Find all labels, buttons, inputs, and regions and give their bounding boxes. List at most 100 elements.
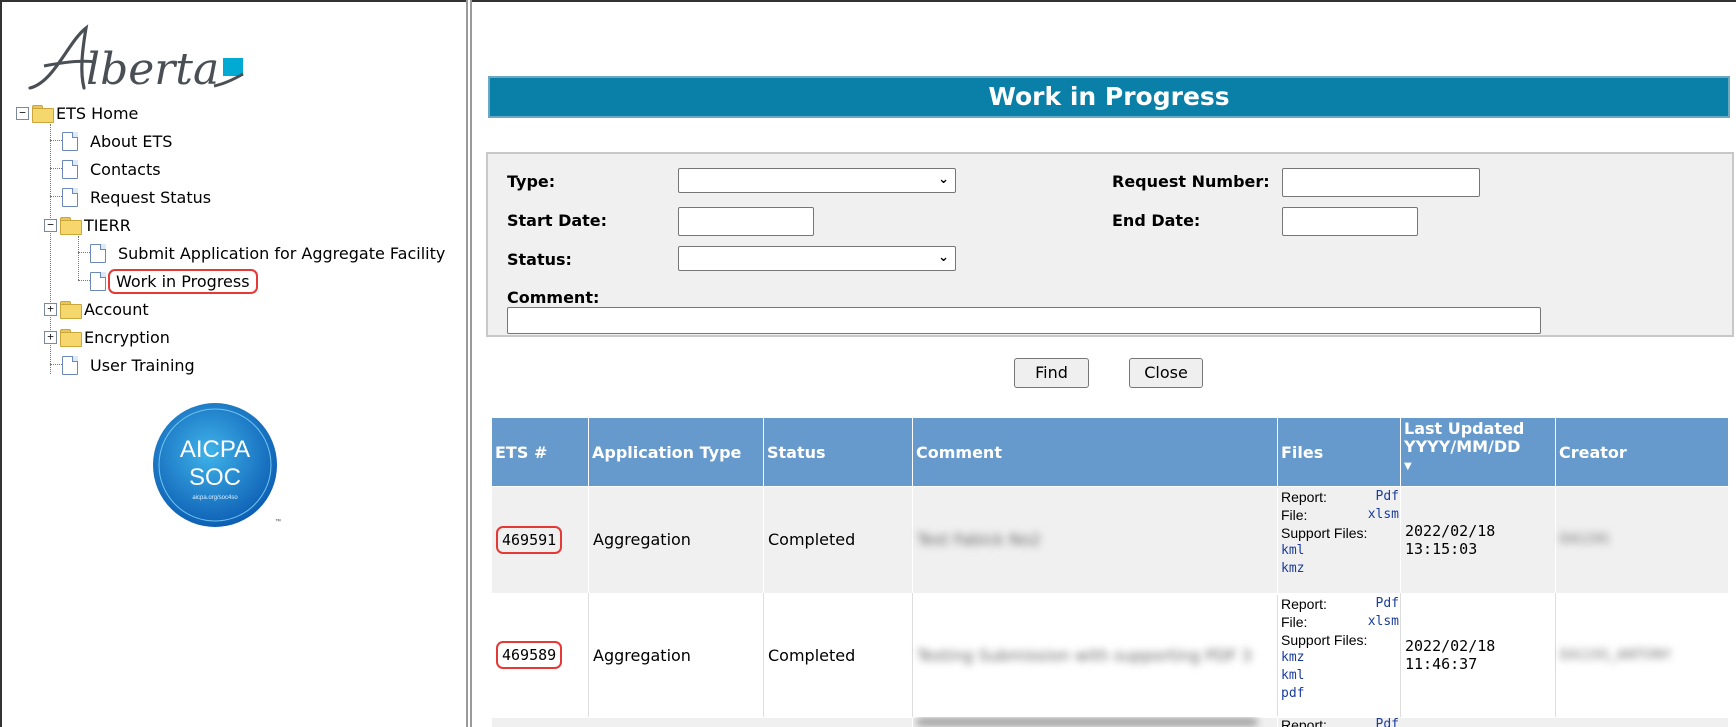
tree-connector	[50, 364, 62, 365]
report-pdf-link[interactable]: Pdf	[1376, 716, 1399, 727]
aicpa-soc-badge: AICPA SOC aicpa.org/soc4so ™	[143, 399, 287, 533]
nav-item-label: Submit Application for Aggregate Facilit…	[118, 243, 446, 263]
find-button[interactable]: Find	[1014, 358, 1089, 388]
tree-connector	[50, 196, 62, 197]
support-kmz-link[interactable]: kmz	[1281, 649, 1400, 667]
expand-icon[interactable]: +	[44, 302, 57, 316]
nav-item-label: Work in Progress	[108, 268, 258, 294]
column-header-comment[interactable]: Comment	[912, 418, 1277, 486]
files-cell: Report: Pdf	[1277, 716, 1400, 727]
files-cell: Report: Pdf File: xlsm Support Files: kml …	[1277, 488, 1400, 593]
nav-item-label: About ETS	[90, 131, 173, 151]
comment-cell: Testing Submission with supporting PDF 3	[912, 593, 1277, 717]
column-header-application-type[interactable]: Application Type	[588, 418, 763, 486]
comment-label: Comment:	[507, 288, 600, 307]
nav-item-user-training[interactable]: User Training	[62, 352, 201, 378]
end-date-label: End Date:	[1112, 211, 1201, 230]
svg-text:lberta: lberta	[86, 44, 219, 95]
report-label: Report:	[1281, 489, 1327, 505]
column-header-status[interactable]: Status	[763, 418, 912, 486]
ets-number[interactable]: 469589	[496, 641, 563, 669]
nav-item-contacts[interactable]: Contacts	[62, 156, 167, 182]
support-pdf-link[interactable]: pdf	[1281, 685, 1400, 703]
tree-connector	[78, 236, 79, 280]
support-files-label: Support Files:	[1281, 525, 1368, 541]
page-icon	[62, 159, 78, 179]
panel-splitter[interactable]	[466, 0, 472, 727]
alberta-logo: lberta	[24, 22, 274, 102]
type-select[interactable]: ⌄	[678, 168, 956, 193]
status-select[interactable]: ⌄	[678, 246, 956, 271]
creator-cell: EA1191_ANTONY	[1555, 593, 1728, 717]
status-cell: Completed	[763, 593, 912, 717]
comment-input[interactable]	[507, 307, 1541, 334]
column-header-last-updated-label: Last Updated YYYY/MM/DD	[1404, 419, 1525, 456]
folder-icon	[60, 329, 82, 347]
comment-cell	[912, 717, 1277, 727]
nav-item-tierr[interactable]: − TIERR	[44, 212, 137, 238]
file-xlsm-link[interactable]: xlsm	[1368, 613, 1399, 631]
creator-cell: EA1191	[1555, 486, 1728, 593]
tree-connector	[78, 252, 90, 253]
collapse-icon[interactable]: −	[44, 218, 57, 232]
page-icon	[90, 243, 106, 263]
badge-line2: SOC	[189, 464, 241, 491]
svg-text:™: ™	[275, 518, 281, 525]
file-xlsm-link[interactable]: xlsm	[1368, 506, 1399, 524]
nav-item-label: Contacts	[90, 159, 161, 179]
collapse-icon[interactable]: −	[16, 106, 29, 120]
page-icon	[90, 271, 106, 291]
last-updated-time: 13:15:03	[1405, 539, 1478, 558]
close-button[interactable]: Close	[1129, 358, 1203, 388]
request-number-label: Request Number:	[1112, 172, 1270, 191]
support-files-label: Support Files:	[1281, 632, 1368, 648]
navigation-panel: lberta − ETS Home About ETS Contacts Req…	[2, 2, 466, 727]
report-pdf-link[interactable]: Pdf	[1376, 488, 1399, 506]
sort-desc-icon[interactable]: ▼	[1404, 458, 1412, 476]
comment-text: Testing Submission with supporting PDF 3	[917, 645, 1252, 665]
nav-item-ets-home[interactable]: − ETS Home	[16, 100, 144, 126]
badge-sub: aicpa.org/soc4so	[192, 495, 238, 501]
application-type-cell: Aggregation	[588, 593, 763, 717]
nav-item-about-ets[interactable]: About ETS	[62, 128, 178, 154]
support-kml-link[interactable]: kml	[1281, 667, 1400, 685]
files-cell: Report: Pdf File: xlsm Support Files: kmz …	[1277, 595, 1400, 717]
nav-item-work-in-progress[interactable]: Work in Progress	[90, 268, 258, 294]
nav-item-label: User Training	[90, 355, 195, 375]
comment-text: Test Fabick No2	[917, 530, 1041, 549]
ets-number-cell: 469589	[492, 593, 588, 717]
column-header-ets[interactable]: ETS #	[492, 418, 588, 486]
column-header-files[interactable]: Files	[1277, 418, 1400, 486]
last-updated-date: 2022/02/18	[1405, 521, 1496, 540]
column-header-last-updated[interactable]: Last Updated YYYY/MM/DD ▼	[1400, 418, 1555, 486]
nav-item-request-status[interactable]: Request Status	[62, 184, 217, 210]
nav-item-submit-application[interactable]: Submit Application for Aggregate Facilit…	[90, 240, 451, 266]
last-updated-cell: 2022/02/18 13:15:03	[1400, 486, 1555, 593]
support-kmz-link[interactable]: kmz	[1281, 560, 1400, 578]
nav-item-label: ETS Home	[56, 103, 139, 123]
nav-item-account[interactable]: + Account	[44, 296, 155, 322]
report-label: Report:	[1281, 717, 1327, 727]
start-date-input[interactable]	[678, 207, 814, 236]
support-kml-link[interactable]: kml	[1281, 542, 1400, 560]
comment-cell: Test Fabick No2	[912, 486, 1277, 593]
status-cell: Completed	[763, 486, 912, 593]
tree-connector	[78, 280, 90, 281]
end-date-input[interactable]	[1282, 207, 1418, 236]
creator-text: EA1191	[1560, 532, 1611, 547]
report-pdf-link[interactable]: Pdf	[1376, 595, 1399, 613]
folder-icon	[60, 217, 82, 235]
expand-icon[interactable]: +	[44, 330, 57, 344]
page-icon	[62, 187, 78, 207]
ets-number[interactable]: 469591	[496, 525, 563, 554]
last-updated-cell: 2022/02/18 11:46:37	[1400, 593, 1555, 717]
column-header-creator[interactable]: Creator	[1555, 418, 1728, 486]
last-updated-time: 11:46:37	[1405, 655, 1478, 673]
status-label: Status:	[507, 250, 572, 269]
type-label: Type:	[507, 172, 556, 191]
nav-item-encryption[interactable]: + Encryption	[44, 324, 176, 350]
creator-text: EA1191_ANTONY	[1560, 647, 1672, 663]
badge-line1: AICPA	[180, 436, 250, 463]
page-title: Work in Progress	[488, 76, 1730, 118]
request-number-input[interactable]	[1282, 168, 1480, 197]
